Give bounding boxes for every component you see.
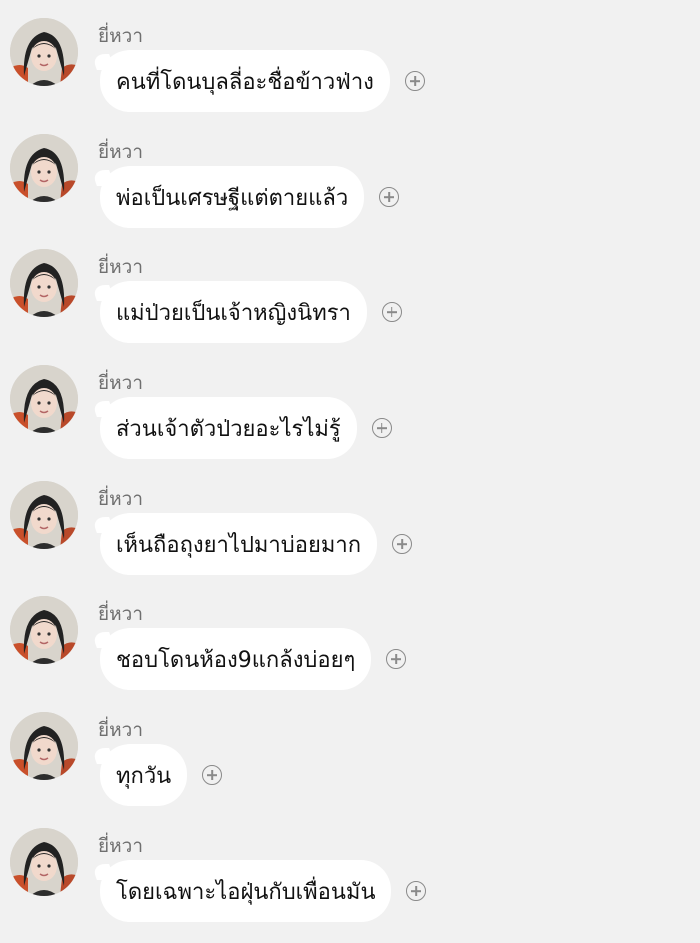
- chat-message: ยี่หวา คนที่โดนบุลลี่อะชื่อข้าวฟ่าง: [0, 0, 700, 116]
- message-bubble[interactable]: ส่วนเจ้าตัวป่วยอะไรไม่รู้: [100, 397, 357, 459]
- message-text: เห็นถือถุงยาไปมาบ่อยมาก: [116, 532, 362, 558]
- sender-name: ยี่หวา: [98, 603, 143, 625]
- message-bubble[interactable]: คนที่โดนบุลลี่อะชื่อข้าวฟ่าง: [100, 50, 390, 112]
- message-row: แม่ป่วยเป็นเจ้าหญิงนิทรา: [92, 281, 402, 343]
- avatar[interactable]: [10, 134, 78, 202]
- avatar-photo-icon: [10, 365, 78, 433]
- avatar-photo-icon: [10, 249, 78, 317]
- message-row: โดยเฉพาะไอฝุ่นกับเพื่อนมัน: [92, 860, 427, 922]
- message-text: คนที่โดนบุลลี่อะชื่อข้าวฟ่าง: [116, 69, 374, 95]
- sender-name: ยี่หวา: [98, 835, 143, 857]
- chat-message: ยี่หวา เห็นถือถุงยาไปมาบ่อยมาก: [0, 463, 700, 579]
- message-row: ทุกวัน: [92, 744, 223, 806]
- plus-circle-icon[interactable]: [406, 881, 427, 901]
- chat-message: ยี่หวา พ่อเป็นเศรษฐีแต่ตายแล้ว: [0, 116, 700, 232]
- message-bubble[interactable]: โดยเฉพาะไอฝุ่นกับเพื่อนมัน: [100, 860, 392, 922]
- plus-circle-icon[interactable]: [386, 649, 407, 669]
- message-text: โดยเฉพาะไอฝุ่นกับเพื่อนมัน: [116, 879, 376, 905]
- avatar[interactable]: [10, 249, 78, 317]
- message-text: แม่ป่วยเป็นเจ้าหญิงนิทรา: [116, 300, 351, 326]
- avatar-photo-icon: [10, 134, 78, 202]
- plus-circle-icon[interactable]: [381, 302, 402, 322]
- message-text: ส่วนเจ้าตัวป่วยอะไรไม่รู้: [116, 416, 341, 442]
- message-bubble[interactable]: พ่อเป็นเศรษฐีแต่ตายแล้ว: [100, 166, 365, 228]
- chat-thread: ยี่หวา คนที่โดนบุลลี่อะชื่อข้าวฟ่าง ยี่ห…: [0, 0, 700, 943]
- avatar[interactable]: [10, 365, 78, 433]
- sender-name: ยี่หวา: [98, 141, 143, 163]
- plus-circle-icon[interactable]: [371, 418, 392, 438]
- message-text: พ่อเป็นเศรษฐีแต่ตายแล้ว: [116, 185, 349, 211]
- message-row: ส่วนเจ้าตัวป่วยอะไรไม่รู้: [92, 397, 392, 459]
- chat-message: ยี่หวา ทุกวัน: [0, 694, 700, 810]
- avatar[interactable]: [10, 828, 78, 896]
- chat-message: ยี่หวา โดยเฉพาะไอฝุ่นกับเพื่อนมัน: [0, 810, 700, 926]
- sender-name: ยี่หวา: [98, 719, 143, 741]
- message-row: ชอบโดนห้อง9แกล้งบ่อยๆ: [92, 628, 407, 690]
- avatar[interactable]: [10, 596, 78, 664]
- plus-circle-icon[interactable]: [392, 534, 413, 554]
- message-bubble[interactable]: ทุกวัน: [100, 744, 188, 806]
- sender-name: ยี่หวา: [98, 488, 143, 510]
- message-row: เห็นถือถุงยาไปมาบ่อยมาก: [92, 513, 413, 575]
- avatar-photo-icon: [10, 596, 78, 664]
- message-bubble[interactable]: แม่ป่วยเป็นเจ้าหญิงนิทรา: [100, 281, 367, 343]
- avatar[interactable]: [10, 481, 78, 549]
- plus-circle-icon[interactable]: [379, 187, 400, 207]
- message-row: คนที่โดนบุลลี่อะชื่อข้าวฟ่าง: [92, 50, 425, 112]
- message-text: ทุกวัน: [116, 763, 172, 789]
- message-row: พ่อเป็นเศรษฐีแต่ตายแล้ว: [92, 166, 400, 228]
- message-bubble[interactable]: เห็นถือถุงยาไปมาบ่อยมาก: [100, 513, 378, 575]
- chat-message: ยี่หวา ส่วนเจ้าตัวป่วยอะไรไม่รู้: [0, 347, 700, 463]
- sender-name: ยี่หวา: [98, 25, 143, 47]
- avatar-photo-icon: [10, 712, 78, 780]
- chat-message: ยี่หวา แม่ป่วยเป็นเจ้าหญิงนิทรา: [0, 231, 700, 347]
- chat-message: ยี่หวา ชอบโดนห้อง9แกล้งบ่อยๆ: [0, 578, 700, 694]
- avatar[interactable]: [10, 712, 78, 780]
- avatar-photo-icon: [10, 481, 78, 549]
- sender-name: ยี่หวา: [98, 256, 143, 278]
- plus-circle-icon[interactable]: [202, 765, 223, 785]
- message-bubble[interactable]: ชอบโดนห้อง9แกล้งบ่อยๆ: [100, 628, 372, 690]
- sender-name: ยี่หวา: [98, 372, 143, 394]
- avatar[interactable]: [10, 18, 78, 86]
- avatar-photo-icon: [10, 828, 78, 896]
- plus-circle-icon[interactable]: [404, 71, 425, 91]
- message-text: ชอบโดนห้อง9แกล้งบ่อยๆ: [116, 647, 356, 673]
- avatar-photo-icon: [10, 18, 78, 86]
